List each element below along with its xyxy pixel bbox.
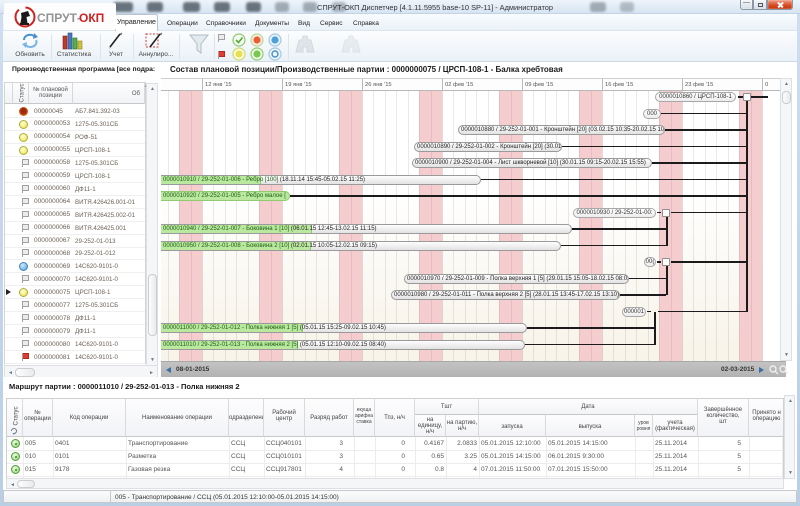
svg-text:ОКП: ОКП bbox=[79, 11, 104, 25]
svg-text:СПРУТ-: СПРУТ- bbox=[37, 11, 81, 25]
